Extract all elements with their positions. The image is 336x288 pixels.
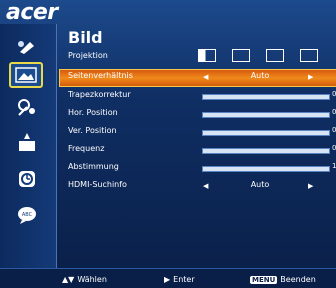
- front-projection-icon[interactable]: [198, 49, 216, 62]
- sidebar: ABC: [0, 24, 57, 268]
- row-label: Frequenz: [68, 144, 105, 153]
- logo-bar: acer: [0, 0, 58, 25]
- footer-enter: ▶ Enter: [164, 275, 195, 284]
- arrow-left-icon[interactable]: ◀: [203, 73, 208, 81]
- row-label: Abstimmung: [68, 162, 119, 171]
- enter-arrow-icon: ▶: [164, 275, 171, 284]
- row-frequenz[interactable]: Frequenz 0: [60, 143, 336, 159]
- row-hdmi-suchinfo[interactable]: HDMI-Suchinfo ◀ Auto ▶: [60, 179, 336, 195]
- arrow-right-icon[interactable]: ▶: [308, 73, 313, 81]
- row-label: HDMI-Suchinfo: [68, 180, 127, 189]
- osd-menu: acer ABC Bild Projektion Seitenverhältni…: [0, 0, 336, 288]
- settings-icon[interactable]: [14, 96, 40, 118]
- row-label: Hor. Position: [68, 108, 118, 117]
- arrow-left-icon[interactable]: ◀: [203, 182, 208, 190]
- footer-exit-label: Beenden: [280, 275, 316, 284]
- row-label: Seitenverhältnis: [68, 71, 133, 80]
- row-seitenverhaeltnis[interactable]: Seitenverhältnis ◀ Auto ▶: [59, 69, 336, 87]
- front-ceiling-icon[interactable]: [232, 49, 250, 62]
- timer-icon[interactable]: [14, 168, 40, 190]
- slider-bar[interactable]: [202, 112, 330, 118]
- image-icon[interactable]: [9, 62, 43, 88]
- row-value: 16: [332, 162, 336, 170]
- language-icon[interactable]: ABC: [14, 204, 40, 226]
- row-value: 0: [332, 108, 336, 116]
- footer-select-label: Wählen: [77, 275, 107, 284]
- row-hor-position[interactable]: Hor. Position 0: [60, 107, 336, 123]
- row-label: Trapezkorrektur: [68, 90, 131, 99]
- page-title: Bild: [68, 28, 103, 47]
- slider-bar[interactable]: [202, 94, 330, 100]
- footer-exit: MENU Beenden: [250, 275, 316, 284]
- row-label: Projektion: [68, 51, 108, 60]
- slider-bar[interactable]: [202, 166, 330, 172]
- row-abstimmung[interactable]: Abstimmung 16: [60, 161, 336, 177]
- footer-select: ▲▼ Wählen: [62, 275, 107, 284]
- option-value: Auto: [250, 180, 270, 189]
- row-value: 0: [332, 126, 336, 134]
- row-projektion[interactable]: Projektion: [60, 49, 336, 66]
- rear-projection-icon[interactable]: [266, 49, 284, 62]
- row-value: 0: [332, 90, 336, 98]
- svg-text:ABC: ABC: [22, 212, 33, 218]
- brand-logo: acer: [6, 0, 58, 25]
- row-ver-position[interactable]: Ver. Position 0: [60, 125, 336, 141]
- management-icon[interactable]: [14, 132, 40, 154]
- row-label: Ver. Position: [68, 126, 117, 135]
- footer-bar: ▲▼ Wählen ▶ Enter MENU Beenden: [0, 268, 336, 288]
- footer-enter-label: Enter: [173, 275, 195, 284]
- row-trapezkorrektur[interactable]: Trapezkorrektur 0: [60, 89, 336, 105]
- up-down-arrow-icon: ▲▼: [62, 275, 75, 284]
- slider-bar[interactable]: [202, 130, 330, 136]
- rear-ceiling-icon[interactable]: [300, 49, 318, 62]
- arrow-right-icon[interactable]: ▶: [308, 182, 313, 190]
- option-value: Auto: [250, 71, 270, 80]
- menu-key-badge: MENU: [250, 276, 278, 284]
- row-value: 0: [332, 144, 336, 152]
- palette-icon[interactable]: [14, 36, 40, 58]
- slider-bar[interactable]: [202, 148, 330, 154]
